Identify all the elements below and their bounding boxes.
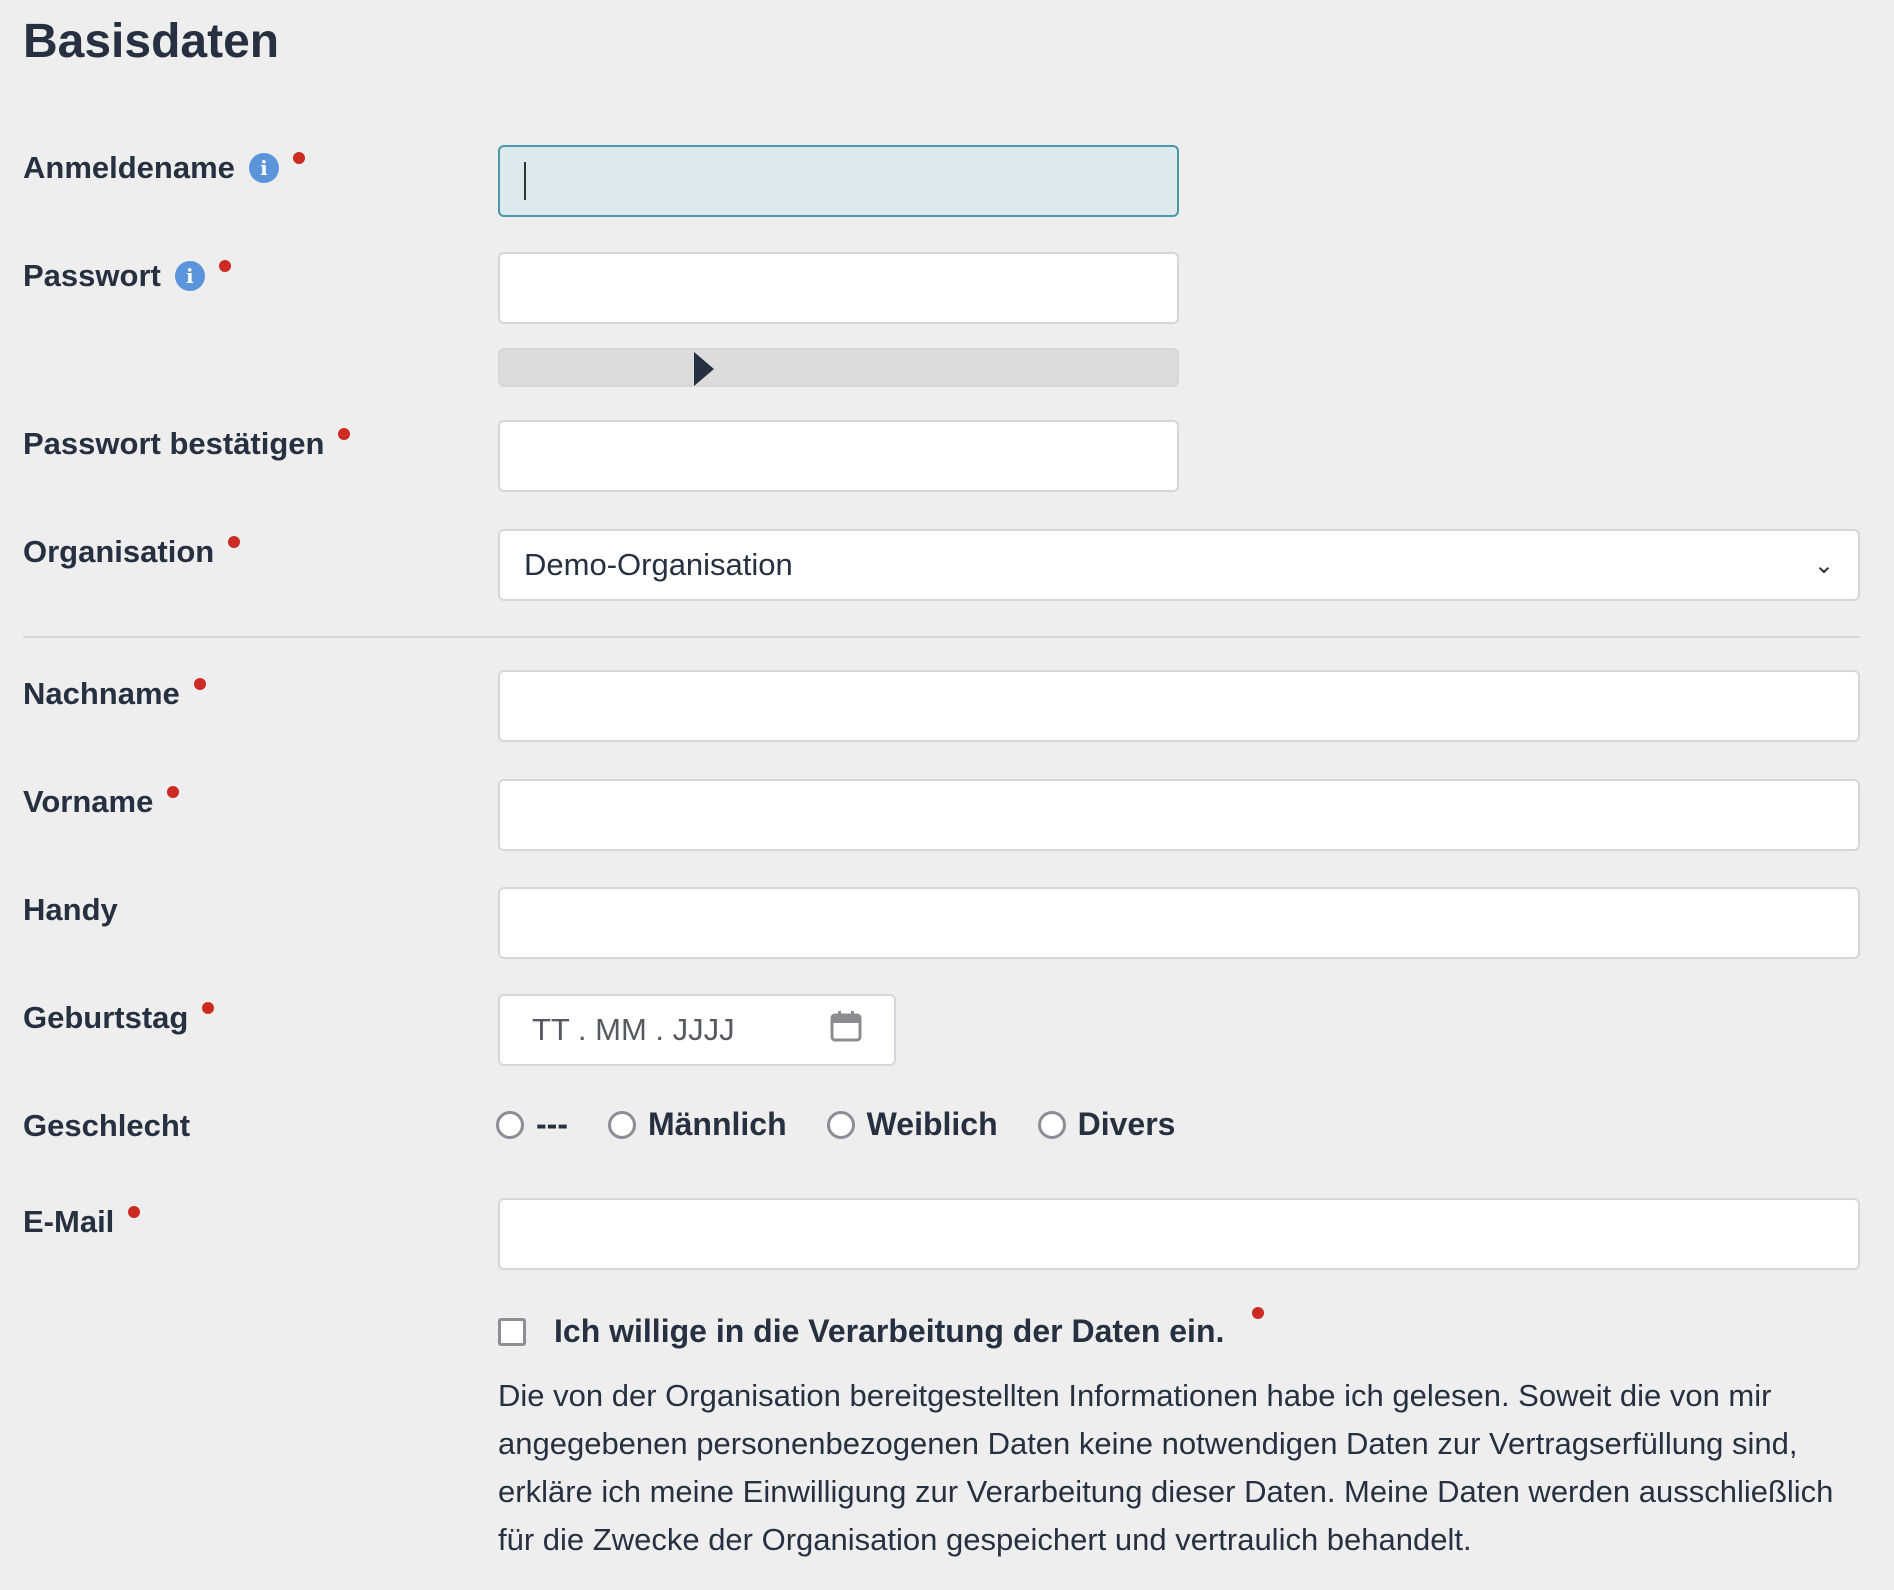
mobile-label: Handy bbox=[23, 892, 118, 928]
calendar-icon[interactable] bbox=[830, 1010, 862, 1050]
password-strength-meter bbox=[498, 348, 1179, 387]
password-label: Passwort i bbox=[23, 258, 231, 294]
divider bbox=[23, 636, 1860, 638]
label-text: Vorname bbox=[23, 784, 153, 820]
birthday-input[interactable]: TT . MM . JJJJ bbox=[498, 994, 896, 1066]
selected-value: Demo-Organisation bbox=[524, 547, 793, 583]
label-text: Nachname bbox=[23, 676, 180, 712]
consent-label: Ich willige in die Verarbeitung der Date… bbox=[554, 1313, 1224, 1350]
lastname-input[interactable] bbox=[498, 670, 1860, 742]
label-text: Organisation bbox=[23, 534, 214, 570]
label-text: Passwort bbox=[23, 258, 161, 294]
username-input[interactable] bbox=[498, 145, 1179, 217]
firstname-input[interactable] bbox=[498, 779, 1860, 851]
radio-button[interactable] bbox=[1038, 1111, 1066, 1139]
required-indicator bbox=[228, 536, 240, 548]
required-indicator bbox=[128, 1206, 140, 1218]
required-indicator bbox=[293, 152, 305, 164]
chevron-down-icon: ⌄ bbox=[1814, 551, 1834, 580]
radio-label: Weiblich bbox=[867, 1106, 998, 1143]
date-placeholder: TT . MM . JJJJ bbox=[532, 1012, 735, 1048]
label-text: Geburtstag bbox=[23, 1000, 188, 1036]
organisation-label: Organisation bbox=[23, 534, 240, 570]
email-label: E-Mail bbox=[23, 1204, 140, 1240]
password-confirm-label: Passwort bestätigen bbox=[23, 426, 350, 462]
organisation-select[interactable]: Demo-Organisation ⌄ bbox=[498, 529, 1860, 601]
radio-label: Divers bbox=[1078, 1106, 1176, 1143]
consent-checkbox[interactable] bbox=[498, 1318, 526, 1346]
radio-button[interactable] bbox=[827, 1111, 855, 1139]
username-label: Anmeldename i bbox=[23, 150, 305, 186]
email-input[interactable] bbox=[498, 1198, 1860, 1270]
gender-option-female[interactable]: Weiblich bbox=[827, 1106, 998, 1143]
birthday-label: Geburtstag bbox=[23, 1000, 214, 1036]
gender-radio-group: --- Männlich Weiblich Divers bbox=[496, 1106, 1215, 1143]
page-title: Basisdaten bbox=[23, 14, 279, 69]
gender-option-diverse[interactable]: Divers bbox=[1038, 1106, 1176, 1143]
text-caret bbox=[524, 162, 526, 200]
lastname-label: Nachname bbox=[23, 676, 206, 712]
info-icon[interactable]: i bbox=[249, 153, 279, 183]
gender-option-none[interactable]: --- bbox=[496, 1106, 568, 1143]
password-confirm-input[interactable] bbox=[498, 420, 1179, 492]
required-indicator bbox=[338, 428, 350, 440]
label-text: E-Mail bbox=[23, 1204, 114, 1240]
gender-option-male[interactable]: Männlich bbox=[608, 1106, 787, 1143]
required-indicator bbox=[194, 678, 206, 690]
radio-label: --- bbox=[536, 1106, 568, 1143]
label-text: Handy bbox=[23, 892, 118, 928]
mobile-input[interactable] bbox=[498, 887, 1860, 959]
required-indicator bbox=[1252, 1307, 1264, 1319]
password-input[interactable] bbox=[498, 252, 1179, 324]
radio-button[interactable] bbox=[496, 1111, 524, 1139]
info-icon[interactable]: i bbox=[175, 261, 205, 291]
radio-label: Männlich bbox=[648, 1106, 787, 1143]
label-text: Anmeldename bbox=[23, 150, 235, 186]
required-indicator bbox=[219, 260, 231, 272]
label-text: Passwort bestätigen bbox=[23, 426, 324, 462]
required-indicator bbox=[167, 786, 179, 798]
gender-label: Geschlecht bbox=[23, 1108, 190, 1144]
consent-text: Die von der Organisation bereitgestellte… bbox=[498, 1372, 1868, 1564]
firstname-label: Vorname bbox=[23, 784, 179, 820]
radio-button[interactable] bbox=[608, 1111, 636, 1139]
strength-marker bbox=[694, 352, 714, 386]
consent-checkbox-row[interactable]: Ich willige in die Verarbeitung der Date… bbox=[498, 1313, 1264, 1350]
label-text: Geschlecht bbox=[23, 1108, 190, 1144]
required-indicator bbox=[202, 1002, 214, 1014]
